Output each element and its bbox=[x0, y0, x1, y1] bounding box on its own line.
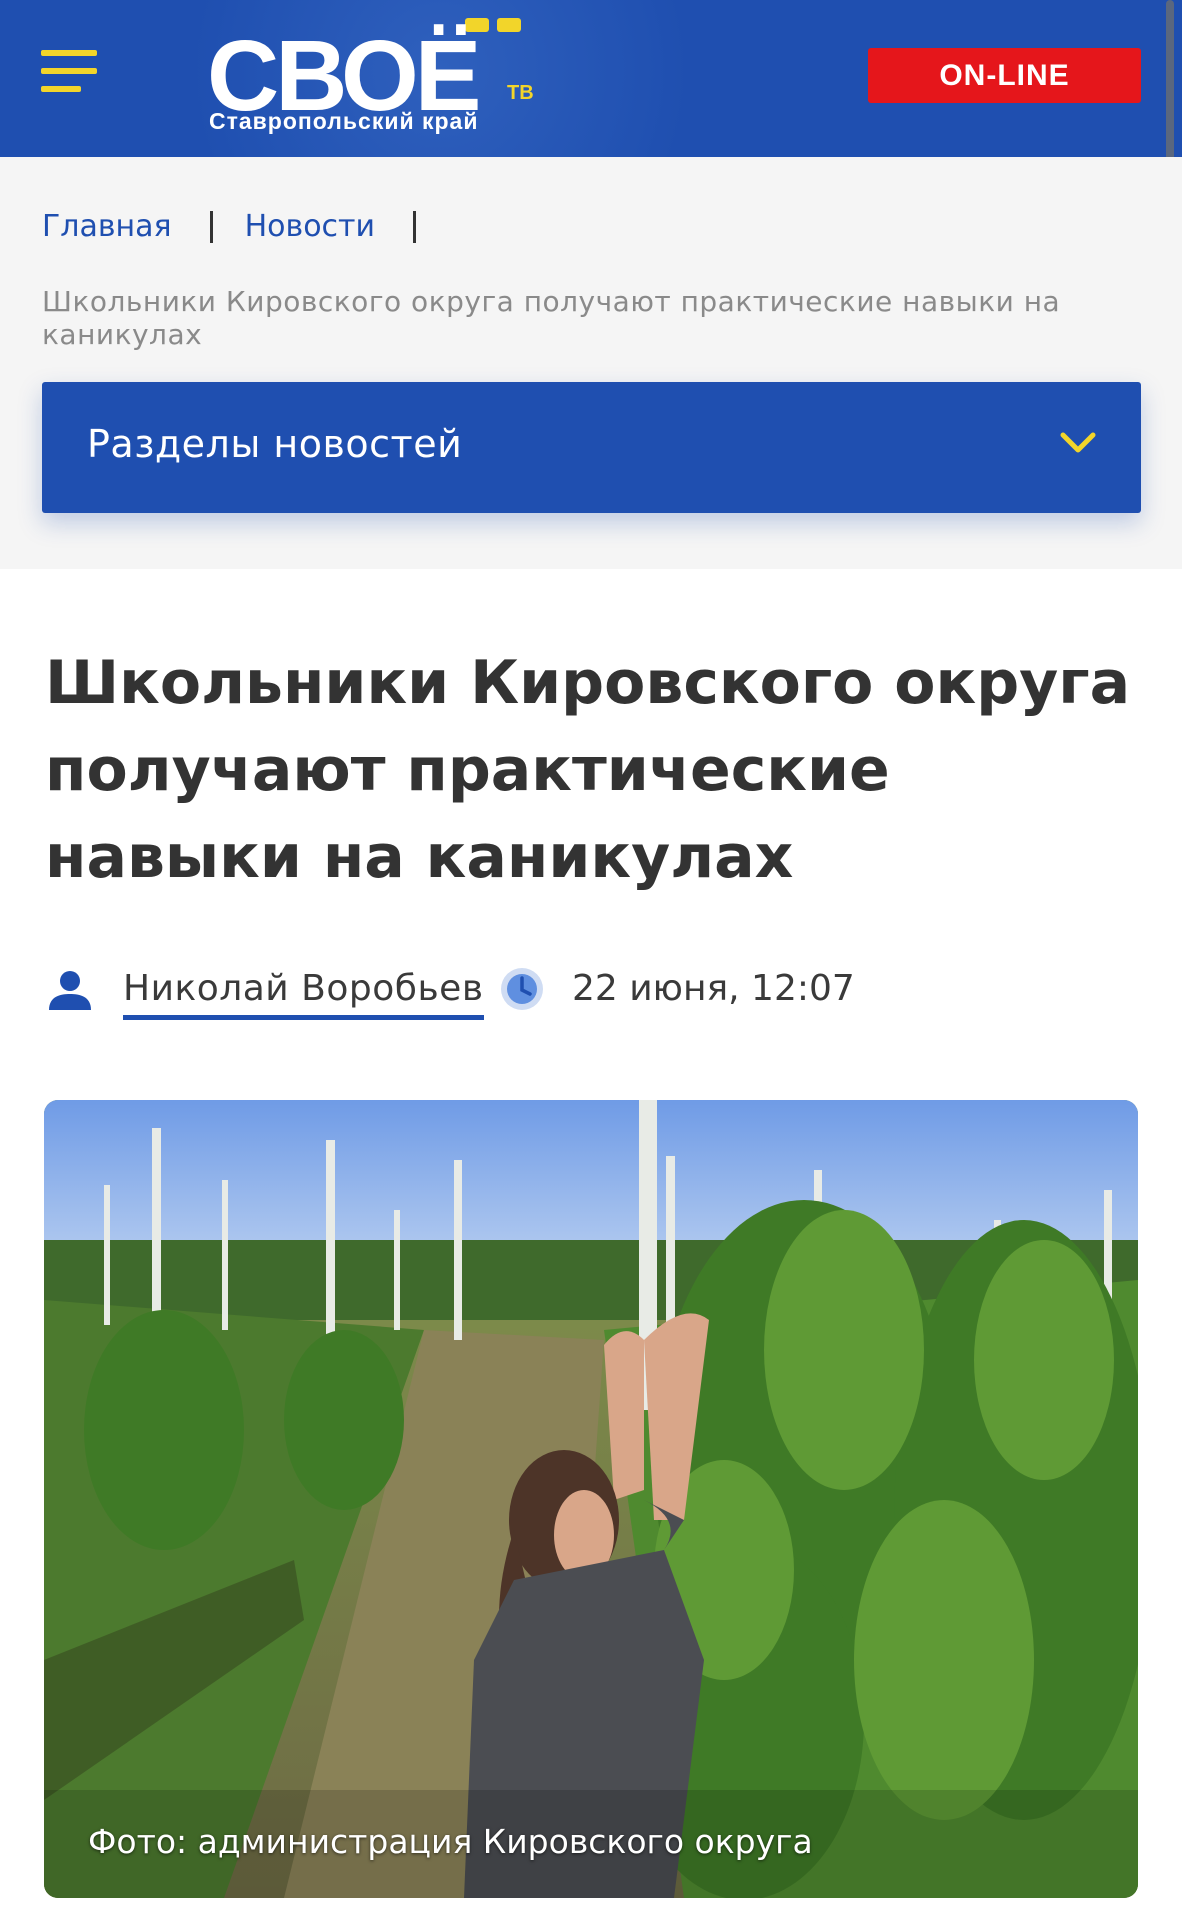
online-button[interactable]: ON-LINE bbox=[868, 48, 1141, 103]
site-logo[interactable]: СВОЁ ТВ Ставропольский край bbox=[207, 18, 537, 138]
news-sections-dropdown[interactable]: Разделы новостей bbox=[42, 382, 1141, 513]
breadcrumb-separator bbox=[413, 210, 417, 243]
logo-subtitle: Ставропольский край bbox=[209, 108, 479, 134]
article-title: Школьники Кировского округа получают пра… bbox=[45, 648, 1131, 892]
breadcrumb: Главная Новости bbox=[42, 209, 417, 244]
article-meta: Николай Воробьев 22 июня, 12:07 bbox=[47, 960, 1147, 1020]
site-header: СВОЁ ТВ Ставропольский край ON-LINE bbox=[0, 0, 1182, 157]
clock-icon bbox=[501, 968, 543, 1010]
breadcrumb-current: Школьники Кировского округа получают пра… bbox=[42, 285, 1061, 351]
breadcrumb-area: Главная Новости Школьники Кировского окр… bbox=[0, 157, 1182, 569]
publish-date: 22 июня, 12:07 bbox=[572, 968, 855, 1009]
photo-caption: Фото: администрация Кировского округа bbox=[88, 1822, 813, 1861]
breadcrumb-news-link[interactable]: Новости bbox=[245, 209, 375, 244]
breadcrumb-separator bbox=[209, 210, 213, 243]
article-photo[interactable]: Фото: администрация Кировского округа bbox=[44, 1100, 1138, 1898]
person-icon bbox=[49, 971, 91, 1010]
author-link[interactable]: Николай Воробьев bbox=[123, 968, 484, 1020]
news-sections-label: Разделы новостей bbox=[87, 422, 463, 466]
breadcrumb-home-link[interactable]: Главная bbox=[42, 209, 172, 244]
orchard-photo-illustration bbox=[44, 1100, 1138, 1898]
chevron-down-icon bbox=[1060, 432, 1096, 453]
logo-tv: ТВ bbox=[507, 82, 534, 104]
menu-icon[interactable] bbox=[41, 50, 97, 92]
